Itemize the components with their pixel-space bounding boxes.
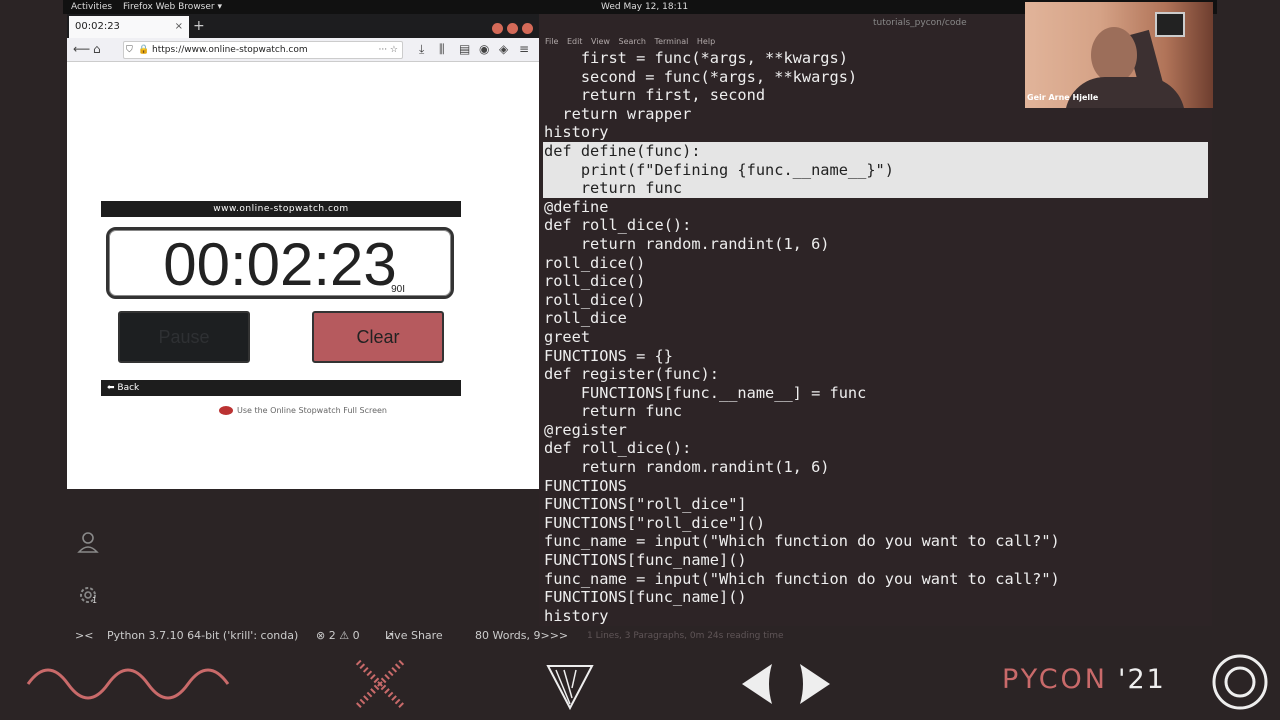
terminal-line: def register(func): [544,365,719,384]
terminal-line: def roll_dice(): [544,216,692,235]
editor-status-bar: >< Python 3.7.10 64-bit ('krill': conda)… [67,626,1212,646]
circle-decoration-icon [1212,654,1268,710]
triangle-decoration-icon [546,665,594,710]
navigation-toolbar: ⟵ ⌂ ⛉ 🔒 https://www.online-stopwatch.com… [67,38,539,62]
terminal-line: FUNCTIONS [544,476,627,495]
pycon-wordmark: PYCON [1002,664,1109,695]
minimize-window-button[interactable] [492,23,503,34]
firefox-window: 00:02:23 × + ⟵ ⌂ ⛉ 🔒 https://www.online-… [67,14,539,489]
menu-file[interactable]: File [545,37,558,46]
terminal-line: roll_dice [544,309,627,328]
terminal-line: return random.randint(1, 6) [544,234,830,253]
terminal-line: FUNCTIONS = {} [544,346,673,365]
terminal-line: @register [544,420,627,439]
terminal-line: def roll_dice(): [544,439,692,458]
terminal-line: FUNCTIONS[func_name]() [544,588,747,607]
remote-indicator[interactable]: >< [75,626,93,646]
terminal-line: return func [544,402,683,421]
back-arrow-icon[interactable]: ⟵ [73,42,90,56]
shield-icon[interactable]: ⛉ [126,42,133,58]
menu-terminal[interactable]: Terminal [655,37,689,46]
terminal-line-highlighted: print(f"Defining {func.__name__}") [543,160,1208,180]
close-tab-icon[interactable]: × [175,16,183,38]
pycon-footer: PYCON '21 [0,648,1280,720]
settings-gear-icon[interactable]: 1 [76,584,100,608]
pycon-logo: PYCON '21 [1002,664,1166,695]
clear-button[interactable]: Clear [312,311,444,363]
screen: Activities Firefox Web Browser ▾ Wed May… [0,0,1280,720]
menu-help[interactable]: Help [697,37,715,46]
live-share-label: Live Share [385,629,443,642]
accounts-icon[interactable] [76,530,100,554]
new-tab-icon[interactable]: + [193,14,205,38]
terminal-line: func_name = input("Which function do you… [544,569,1060,588]
cross-decoration-icon [355,659,405,709]
terminal-line: FUNCTIONS["roll_dice"]() [544,513,766,532]
word-count[interactable]: 80 Words, 9>>> [475,626,568,646]
settings-badge: 1 [92,596,98,605]
terminal-line: FUNCTIONS[func_name]() [544,551,747,570]
wall-picture [1155,12,1185,37]
terminal-line: history [544,606,609,625]
sidebar-icon[interactable]: ▤ [459,42,470,56]
lock-icon[interactable]: 🔒 [138,42,149,58]
menu-search[interactable]: Search [619,37,646,46]
speaker-name: Geir Arne Hjelle [1027,93,1099,102]
terminal-line-highlighted: return func [543,179,1208,198]
library-icon[interactable]: ⫼ [439,42,445,57]
fullscreen-text: Use the Online Stopwatch Full Screen [236,406,387,415]
activities-button[interactable]: Activities [71,0,112,14]
system-clock[interactable]: Wed May 12, 18:11 [601,0,688,14]
stopwatch-display: 00:02:23 90I [106,227,454,299]
terminal-line: roll_dice() [544,253,646,272]
tab-title: 00:02:23 [75,21,120,32]
terminal-line: history [544,123,609,142]
reading-stats: 1 Lines, 3 Paragraphs, 0m 24s reading ti… [587,631,784,641]
download-icon[interactable]: ⤓ [419,42,424,57]
close-window-button[interactable] [522,23,533,34]
menu-edit[interactable]: Edit [567,37,583,46]
terminal-line: func_name = input("Which function do you… [544,532,1060,551]
python-interpreter[interactable]: Python 3.7.10 64-bit ('krill': conda) [107,626,298,646]
browser-tab[interactable]: 00:02:23 × [69,16,189,38]
terminal-line: greet [544,327,591,346]
terminal-title: tutorials_pycon/code [873,18,967,28]
stopwatch-logo-icon [218,406,233,415]
wave-decoration-icon [26,668,230,700]
terminal-line-highlighted: def define(func): [543,141,1208,161]
terminal-line: roll_dice() [544,272,646,291]
terminal-output[interactable]: first = func(*args, **kwargs) second = f… [543,49,1208,625]
url-text: https://www.online-stopwatch.com [152,45,308,55]
maximize-window-button[interactable] [507,23,518,34]
app-name: Firefox Web Browser [123,2,215,12]
terminal-line: return random.randint(1, 6) [544,458,830,477]
back-label: Back [117,383,140,393]
menu-icon[interactable]: ≡ [519,42,529,56]
speaker-webcam: Geir Arne Hjelle [1025,2,1213,108]
problems-indicator[interactable]: ⊗ 2 ⚠ 0 [316,626,360,646]
home-icon[interactable]: ⌂ [93,42,101,56]
terminal-line: FUNCTIONS[func.__name__] = func [544,383,867,402]
account-icon[interactable]: ◉ [479,42,489,56]
terminal-line: roll_dice() [544,290,646,309]
tab-strip: 00:02:23 × + [67,14,539,38]
terminal-line: FUNCTIONS["roll_dice"] [544,495,747,514]
back-arrow-icon: ⬅ [107,383,118,393]
terminal-line: @define [544,197,609,216]
speaker-head [1091,27,1137,83]
eye-decoration-icon [742,664,830,704]
fullscreen-link[interactable]: Use the Online Stopwatch Full Screen [67,406,539,415]
more-actions-icon[interactable]: ··· ☆ [378,42,398,58]
back-bar[interactable]: ⬅ Back [101,380,461,396]
pycon-year: '21 [1118,664,1166,695]
pause-button[interactable]: Pause [118,311,250,363]
window-controls [488,19,533,38]
extension-icon[interactable]: ◈ [499,42,508,56]
app-menu[interactable]: Firefox Web Browser ▾ [123,0,222,14]
menu-view[interactable]: View [591,37,610,46]
stopwatch-milliseconds: 90I [391,284,405,295]
stopwatch-header[interactable]: www.online-stopwatch.com [101,201,461,217]
url-bar[interactable]: ⛉ 🔒 https://www.online-stopwatch.com ···… [123,41,403,59]
